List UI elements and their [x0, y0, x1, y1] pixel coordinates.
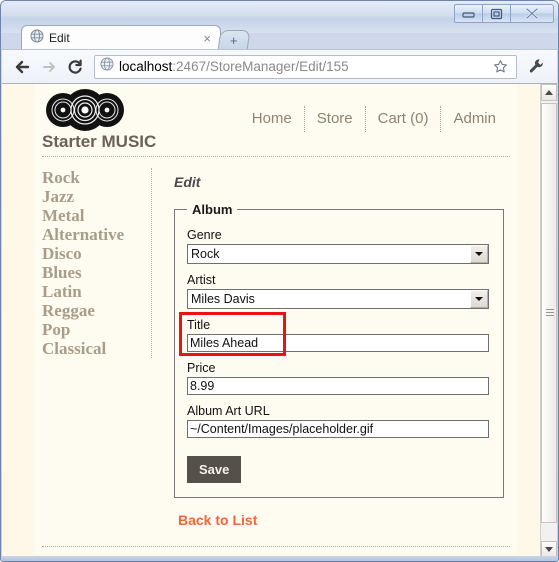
- album-fieldset: Album Genre Rock Artist Miles Davis Titl…: [174, 202, 504, 498]
- site-globe-icon: [100, 57, 114, 76]
- window-bottom-trim: [1, 556, 558, 561]
- album-art-url-input[interactable]: [187, 420, 489, 438]
- star-icon[interactable]: [488, 56, 512, 78]
- chevron-down-icon[interactable]: [470, 290, 488, 308]
- vertical-scrollbar[interactable]: [540, 84, 557, 557]
- save-button[interactable]: Save: [187, 456, 242, 483]
- sidebar-item-reggae[interactable]: Reggae: [42, 301, 145, 320]
- vinyl-records-logo-icon: [42, 88, 128, 137]
- reload-button[interactable]: [62, 54, 88, 80]
- nav-link-home[interactable]: Home: [240, 106, 304, 132]
- web-page: Starter MUSIC Home Store Cart (0) Admin …: [2, 84, 540, 557]
- fieldset-legend: Album: [192, 202, 233, 217]
- scrollbar-thumb[interactable]: [541, 103, 557, 523]
- new-tab-button[interactable]: +: [217, 30, 251, 50]
- page-title: Edit: [174, 174, 201, 190]
- artist-select[interactable]: Miles Davis: [187, 289, 489, 309]
- tab-strip: Edit × +: [1, 25, 558, 50]
- back-to-list-link[interactable]: Back to List: [178, 512, 257, 528]
- genre-label: Genre: [187, 228, 222, 242]
- sidebar-item-disco[interactable]: Disco: [42, 244, 145, 263]
- main-navigation: Home Store Cart (0) Admin: [240, 106, 508, 132]
- globe-icon: [30, 29, 44, 48]
- title-input[interactable]: [187, 334, 489, 352]
- price-field: Price: [187, 360, 491, 395]
- plus-icon: +: [230, 32, 238, 48]
- url-host: localhost: [119, 59, 173, 74]
- page-viewport: Starter MUSIC Home Store Cart (0) Admin …: [2, 83, 557, 557]
- url-text: localhost:2467/StoreManager/Edit/155: [119, 59, 488, 74]
- sidebar-item-metal[interactable]: Metal: [42, 206, 145, 225]
- address-bar[interactable]: localhost:2467/StoreManager/Edit/155: [94, 54, 517, 79]
- nav-link-store[interactable]: Store: [303, 106, 365, 132]
- tab-title: Edit: [49, 31, 70, 45]
- price-input[interactable]: [187, 377, 489, 395]
- tab-close-icon[interactable]: ×: [200, 32, 214, 45]
- sidebar-item-classical[interactable]: Classical: [42, 339, 145, 358]
- genre-field: Genre Rock: [187, 227, 491, 264]
- grip-icon: [546, 309, 554, 318]
- forward-button[interactable]: [36, 54, 62, 80]
- footer-divider: [42, 546, 510, 547]
- scroll-up-button[interactable]: [541, 84, 557, 101]
- artist-select-value[interactable]: Miles Davis: [187, 289, 489, 309]
- sidebar-item-blues[interactable]: Blues: [42, 263, 145, 282]
- scroll-down-button[interactable]: [541, 541, 557, 557]
- wrench-icon[interactable]: [523, 54, 549, 80]
- window-controls: [454, 4, 554, 23]
- main-content: Edit Album Genre Rock Artist Miles Davis…: [174, 164, 518, 530]
- browser-toolbar: localhost:2467/StoreManager/Edit/155: [2, 49, 557, 83]
- album-art-url-field: Album Art URL: [187, 403, 491, 438]
- maximize-button[interactable]: [482, 4, 511, 23]
- nav-link-admin[interactable]: Admin: [440, 106, 508, 132]
- sidebar-item-alternative[interactable]: Alternative: [42, 225, 145, 244]
- sidebar-item-jazz[interactable]: Jazz: [42, 187, 145, 206]
- triangle-up-icon: [545, 90, 553, 95]
- browser-window: Edit × + localhost:2467/StoreManager/Edi…: [0, 0, 559, 562]
- sidebar-item-pop[interactable]: Pop: [42, 320, 145, 339]
- url-path: :2467/StoreManager/Edit/155: [172, 59, 349, 74]
- album-art-url-label: Album Art URL: [187, 404, 270, 418]
- nav-link-cart[interactable]: Cart (0): [364, 106, 441, 132]
- sidebar-item-rock[interactable]: Rock: [42, 168, 145, 187]
- triangle-down-icon: [545, 547, 553, 552]
- close-button[interactable]: [510, 4, 554, 23]
- genre-select-value[interactable]: Rock: [187, 244, 489, 264]
- page-container: Starter MUSIC Home Store Cart (0) Admin …: [34, 84, 518, 554]
- artist-label: Artist: [187, 273, 216, 287]
- genre-select[interactable]: Rock: [187, 244, 489, 264]
- site-title: Starter MUSIC: [42, 132, 157, 151]
- minimize-button[interactable]: [454, 4, 483, 23]
- browser-tab-edit[interactable]: Edit ×: [21, 25, 221, 50]
- page-body: Rock Jazz Metal Alternative Disco Blues …: [34, 156, 518, 547]
- genre-sidebar: Rock Jazz Metal Alternative Disco Blues …: [42, 168, 152, 358]
- price-label: Price: [187, 361, 216, 375]
- title-field: Title: [187, 317, 491, 352]
- sidebar-item-latin[interactable]: Latin: [42, 282, 145, 301]
- artist-field: Artist Miles Davis: [187, 272, 491, 309]
- site-header: Starter MUSIC Home Store Cart (0) Admin: [34, 84, 518, 157]
- title-label: Title: [187, 318, 211, 332]
- back-button[interactable]: [10, 54, 36, 80]
- chevron-down-icon[interactable]: [470, 245, 488, 263]
